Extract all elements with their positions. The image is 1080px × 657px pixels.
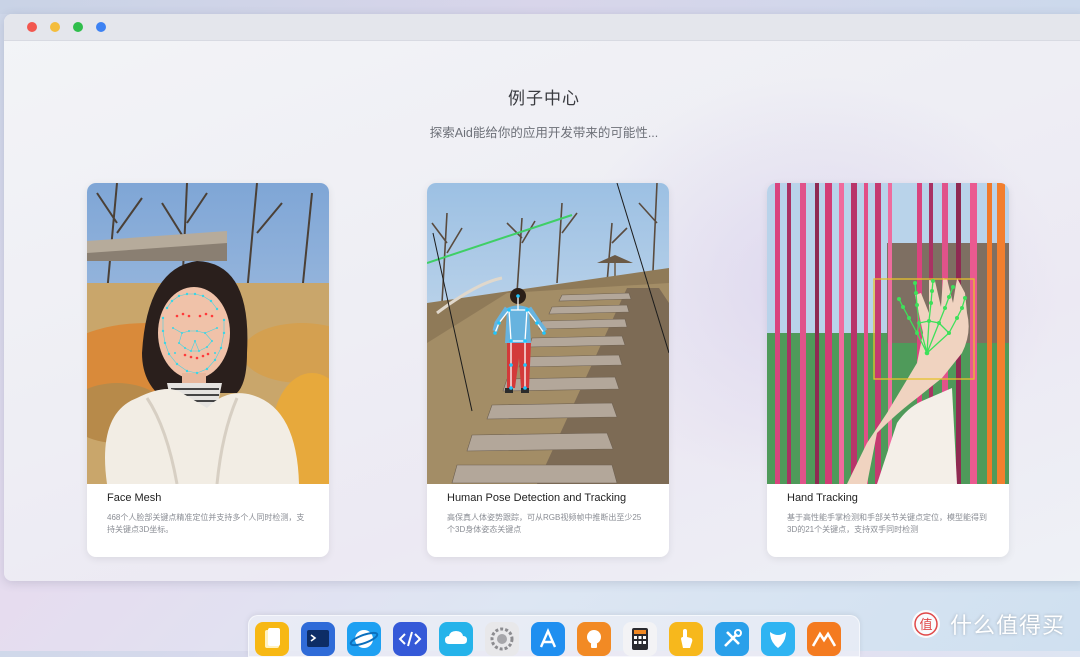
watermark-logo-text: 值 [919, 617, 932, 633]
face-mesh-image [87, 183, 329, 484]
watermark-text: 什么值得买 [950, 613, 1066, 638]
minimize-window-button[interactable] [50, 22, 60, 32]
example-card-hand-tracking[interactable]: Hand Tracking 基于高性能手掌检测和手部关节关键点定位，模型能得到3… [767, 183, 1009, 557]
watermark: 值 什么值得买 [910, 606, 1065, 642]
card-title: Face Mesh [107, 492, 162, 504]
example-card-face-mesh[interactable]: Face Mesh 468个人脸部关键点精准定位并支持多个人同时检测，支持关键点… [87, 183, 329, 557]
card-title: Hand Tracking [787, 492, 858, 504]
window-extra-button[interactable] [96, 22, 106, 32]
window-titlebar [4, 14, 1080, 41]
page-title: 例子中心 [508, 89, 580, 108]
card-description: 468个人脸部关键点精准定位并支持多个人同时检测，支持关键点3D坐标。 [107, 513, 305, 534]
hand-tracking-image [767, 183, 1009, 484]
card-description: 基于高性能手掌检测和手部关节关键点定位，模型能得到3D的21个关键点，支持双手同… [787, 513, 987, 534]
example-card-pose-tracking[interactable]: Human Pose Detection and Tracking 高保真人体姿… [427, 183, 669, 557]
page-subtitle: 探索Aid能给你的应用开发带来的可能性... [429, 126, 659, 140]
close-window-button[interactable] [27, 22, 37, 32]
card-title: Human Pose Detection and Tracking [447, 492, 627, 504]
maximize-window-button[interactable] [73, 22, 83, 32]
card-description: 高保真人体姿势跟踪，可从RGB视频帧中推断出至少25个3D身体姿态关键点 [447, 513, 642, 534]
pose-tracking-image [427, 183, 669, 484]
app-window: 例子中心 探索Aid能给你的应用开发带来的可能性... Face Mesh 46… [4, 14, 1080, 581]
desktop-top-strip [0, 0, 1080, 14]
watermark-logo-icon: 值 [912, 610, 940, 638]
